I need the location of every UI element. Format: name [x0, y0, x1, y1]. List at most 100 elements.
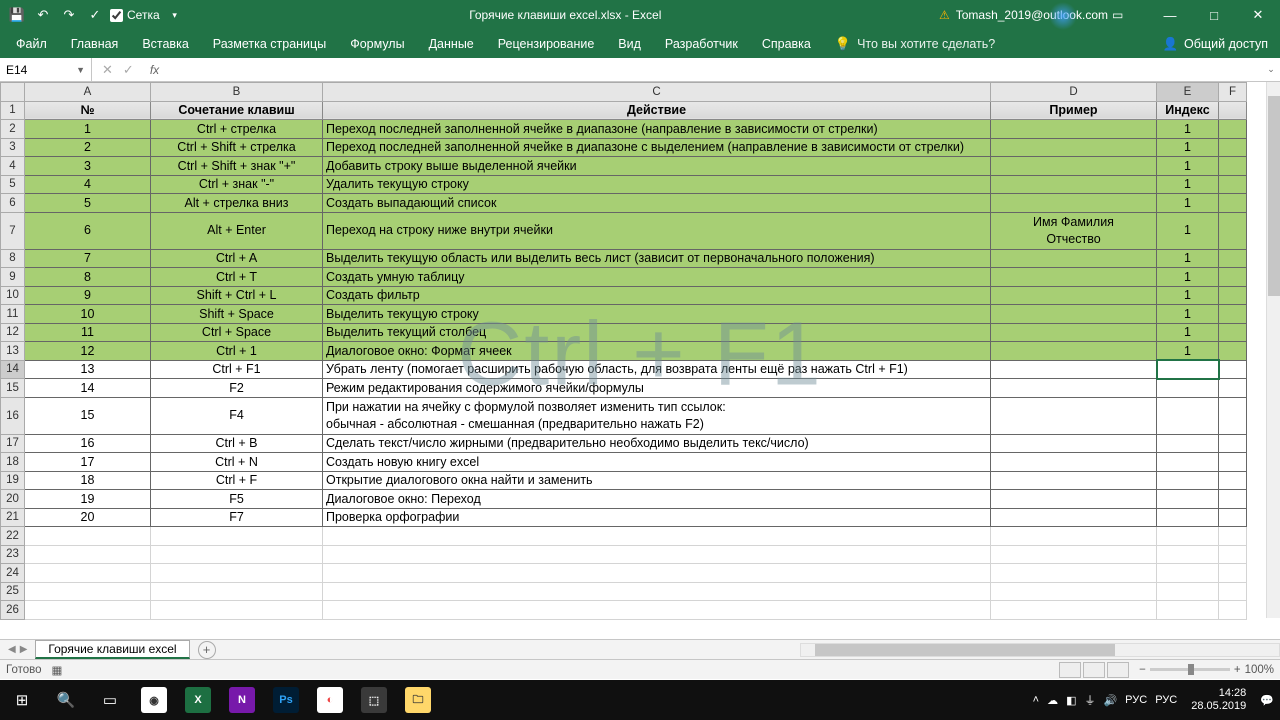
cell-example[interactable]	[991, 249, 1157, 268]
table-row[interactable]: 3 2 Ctrl + Shift + стрелка Переход после…	[1, 138, 1247, 157]
grid-checkbox[interactable]: Сетка	[110, 8, 160, 22]
cell-action[interactable]: Выделить текущую строку	[323, 305, 991, 324]
table-row[interactable]: 25	[1, 582, 1247, 601]
cell-index[interactable]	[1157, 508, 1219, 527]
cell-num[interactable]: 1	[25, 120, 151, 139]
cell-index[interactable]	[1157, 379, 1219, 398]
user-account[interactable]: ⚠ Tomash_2019@outlook.com	[939, 8, 1112, 22]
cell-empty[interactable]	[1219, 268, 1247, 287]
tab-data[interactable]: Данные	[417, 30, 486, 58]
table-row[interactable]: 17 16 Ctrl + B Сделать текст/число жирны…	[1, 434, 1247, 453]
cell-combo[interactable]: F5	[151, 490, 323, 509]
horizontal-scrollbar[interactable]	[800, 643, 1280, 657]
col-header-F[interactable]: F	[1219, 83, 1247, 102]
cell-empty[interactable]	[1219, 323, 1247, 342]
cell-example[interactable]	[991, 342, 1157, 361]
cell-index[interactable]	[1157, 360, 1219, 379]
cell-combo[interactable]: Alt + стрелка вниз	[151, 194, 323, 213]
tab-help[interactable]: Справка	[750, 30, 823, 58]
cell-combo[interactable]: Ctrl + 1	[151, 342, 323, 361]
cell-combo[interactable]: Ctrl + Shift + стрелка	[151, 138, 323, 157]
cell-index[interactable]: 1	[1157, 120, 1219, 139]
row-header[interactable]: 18	[1, 453, 25, 472]
table-row[interactable]: 8 7 Ctrl + A Выделить текущую область ил…	[1, 249, 1247, 268]
cell-combo[interactable]: Ctrl + B	[151, 434, 323, 453]
app-icon-1[interactable]: ◐	[308, 680, 352, 720]
cell-combo[interactable]: Ctrl + N	[151, 453, 323, 472]
cell-num[interactable]: 6	[25, 212, 151, 249]
cell-num[interactable]: 19	[25, 490, 151, 509]
start-button[interactable]: ⊞	[0, 680, 44, 720]
normal-view-button[interactable]	[1059, 662, 1081, 678]
row-header[interactable]: 16	[1, 397, 25, 434]
tray-chevron-icon[interactable]: ˄	[1033, 694, 1039, 706]
col-header-E[interactable]: E	[1157, 83, 1219, 102]
hscroll-thumb[interactable]	[815, 644, 1115, 656]
cell-combo[interactable]: Ctrl + Space	[151, 323, 323, 342]
cell-index[interactable]	[1157, 453, 1219, 472]
cell-action[interactable]: Создать новую книгу excel	[323, 453, 991, 472]
row-header[interactable]: 13	[1, 342, 25, 361]
cell-index[interactable]: 1	[1157, 249, 1219, 268]
col-header-B[interactable]: B	[151, 83, 323, 102]
cell-index[interactable]: 1	[1157, 175, 1219, 194]
row-header[interactable]: 24	[1, 564, 25, 583]
cell-num[interactable]: 10	[25, 305, 151, 324]
scrollbar-thumb[interactable]	[1268, 96, 1280, 296]
cell-index[interactable]: 1	[1157, 138, 1219, 157]
share-button[interactable]: 👤 Общий доступ	[1150, 37, 1280, 52]
cell-example[interactable]	[991, 120, 1157, 139]
tab-view[interactable]: Вид	[606, 30, 653, 58]
undo-icon[interactable]: ↶	[32, 4, 54, 26]
row-header[interactable]: 11	[1, 305, 25, 324]
cell-combo[interactable]: Ctrl + Shift + знак "+"	[151, 157, 323, 176]
row-header[interactable]: 21	[1, 508, 25, 527]
tab-file[interactable]: Файл	[4, 30, 59, 58]
expand-formula-icon[interactable]: ⌄	[1262, 64, 1280, 75]
close-button[interactable]: ✕	[1236, 0, 1280, 30]
table-row[interactable]: 13 12 Ctrl + 1 Диалоговое окно: Формат я…	[1, 342, 1247, 361]
cell-example[interactable]	[991, 434, 1157, 453]
tab-formulas[interactable]: Формулы	[338, 30, 416, 58]
onedrive-icon[interactable]: ☁	[1047, 694, 1058, 707]
cell-index[interactable]: 1	[1157, 157, 1219, 176]
qat-dropdown-icon[interactable]: ▾	[164, 4, 186, 26]
zoom-slider-handle[interactable]	[1188, 664, 1194, 675]
tell-me-search[interactable]: 💡 Что вы хотите сделать?	[823, 36, 1007, 52]
row-header[interactable]: 19	[1, 471, 25, 490]
cell-example[interactable]	[991, 379, 1157, 398]
photoshop-icon[interactable]: Ps	[264, 680, 308, 720]
cell-action[interactable]: Диалоговое окно: Формат ячеек	[323, 342, 991, 361]
name-box[interactable]: E14 ▼	[0, 58, 92, 81]
table-row[interactable]: 18 17 Ctrl + N Создать новую книгу excel	[1, 453, 1247, 472]
chevron-down-icon[interactable]: ▼	[76, 65, 85, 75]
row-header[interactable]: 1	[1, 101, 25, 120]
cell-action[interactable]: Создать выпадающий список	[323, 194, 991, 213]
cell-combo[interactable]: Ctrl + знак "-"	[151, 175, 323, 194]
table-row[interactable]: 15 14 F2 Режим редактирования содержимог…	[1, 379, 1247, 398]
col-header-C[interactable]: C	[323, 83, 991, 102]
cell-combo[interactable]: Ctrl + стрелка	[151, 120, 323, 139]
cell-num[interactable]: 2	[25, 138, 151, 157]
table-row[interactable]: 9 8 Ctrl + T Создать умную таблицу 1	[1, 268, 1247, 287]
enter-icon[interactable]: ✓	[123, 62, 134, 78]
cell-action[interactable]: При нажатии на ячейку с формулой позволя…	[323, 397, 991, 434]
cell-index[interactable]: 1	[1157, 342, 1219, 361]
cell-example[interactable]	[991, 397, 1157, 434]
cell-combo[interactable]: Ctrl + F	[151, 471, 323, 490]
cell-action[interactable]: Переход последней заполненной ячейке в д…	[323, 138, 991, 157]
volume-icon[interactable]: 🔊	[1103, 694, 1117, 707]
cell-index[interactable]: 1	[1157, 323, 1219, 342]
table-row[interactable]: 19 18 Ctrl + F Открытие диалогового окна…	[1, 471, 1247, 490]
row-header[interactable]: 10	[1, 286, 25, 305]
cell-combo[interactable]: Ctrl + F1	[151, 360, 323, 379]
cell-index[interactable]	[1157, 490, 1219, 509]
cell-empty[interactable]	[1219, 471, 1247, 490]
table-row[interactable]: 23	[1, 545, 1247, 564]
table-row[interactable]: 11 10 Shift + Space Выделить текущую стр…	[1, 305, 1247, 324]
cell-action[interactable]: Переход последней заполненной ячейке в д…	[323, 120, 991, 139]
cell-combo[interactable]: Shift + Space	[151, 305, 323, 324]
table-row[interactable]: 2 1 Ctrl + стрелка Переход последней зап…	[1, 120, 1247, 139]
cell-action[interactable]: Создать фильтр	[323, 286, 991, 305]
cell-empty[interactable]	[1219, 434, 1247, 453]
